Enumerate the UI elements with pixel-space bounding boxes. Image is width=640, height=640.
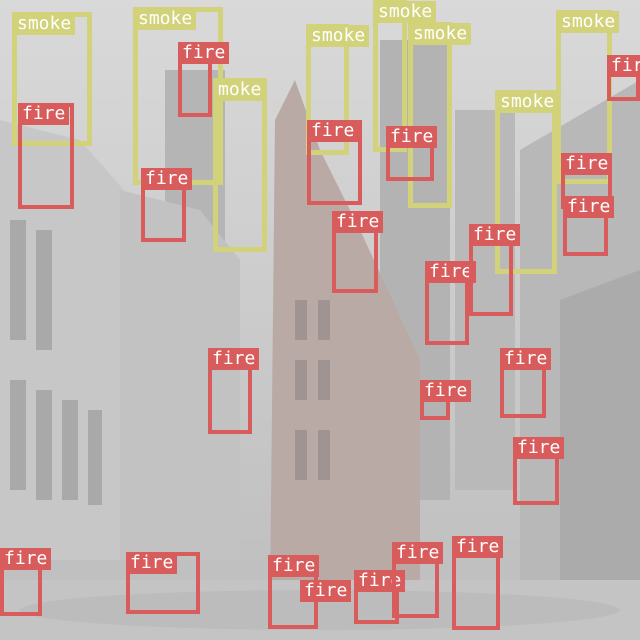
fire-detection-box: fire <box>178 42 230 117</box>
fire-detection-box: fire <box>300 580 352 602</box>
detection-label: smoke <box>134 8 197 30</box>
detection-scene: smoke smoke moke smoke smoke smoke smoke smoke f… <box>0 0 640 640</box>
detection-label: fire <box>392 542 444 564</box>
fire-detection-box: fire <box>307 120 362 205</box>
fire-detection-box: fire <box>469 224 521 316</box>
smoke-detection-box: moke <box>213 78 267 252</box>
detection-label: fire <box>141 168 193 190</box>
detection-label: smoke <box>409 23 472 45</box>
detection-label: fire <box>332 211 384 233</box>
detection-label: smoke <box>307 25 370 47</box>
fire-detection-box: fire <box>452 536 504 630</box>
fire-detection-box: fire <box>607 55 640 101</box>
detection-label: fire <box>561 153 613 175</box>
detection-label: fire <box>563 196 615 218</box>
detection-label: fire <box>386 126 438 148</box>
fire-detection-box: fire <box>0 548 52 616</box>
detection-label: fire <box>300 580 352 602</box>
fire-detection-box: fire <box>563 196 615 256</box>
detection-label: fire <box>469 224 521 246</box>
detection-label: fire <box>513 437 565 459</box>
fire-detection-box: fire <box>208 348 260 434</box>
fire-detection-box: fire <box>18 103 74 209</box>
detection-label: fire <box>126 552 178 574</box>
detection-label: smoke <box>374 1 437 23</box>
detection-label: smoke <box>13 13 76 35</box>
fire-detection-box: fire <box>126 552 200 614</box>
detection-label: fire <box>0 548 52 570</box>
fire-detection-box: fire <box>513 437 565 505</box>
fire-detection-box: fire <box>420 380 472 420</box>
detection-label: fire <box>208 348 260 370</box>
fire-detection-box: fire <box>332 211 384 293</box>
detection-label: fire <box>18 103 70 125</box>
detection-label: fire <box>452 536 504 558</box>
detection-label: smoke <box>557 11 620 33</box>
fire-detection-box: fire <box>141 168 193 242</box>
detection-label: fire <box>420 380 472 402</box>
detection-label: fire <box>607 55 640 77</box>
fire-detection-box: fire <box>425 261 477 345</box>
detection-label: fire <box>178 42 230 64</box>
detection-label: moke <box>214 79 266 101</box>
detection-label: fire <box>268 555 320 577</box>
detection-label: smoke <box>496 91 559 113</box>
detection-label: fire <box>500 348 552 370</box>
detection-label: fire <box>307 120 359 142</box>
fire-detection-box: fire <box>386 126 438 181</box>
fire-detection-box: fire <box>500 348 552 418</box>
fire-detection-box: fire <box>392 542 444 618</box>
